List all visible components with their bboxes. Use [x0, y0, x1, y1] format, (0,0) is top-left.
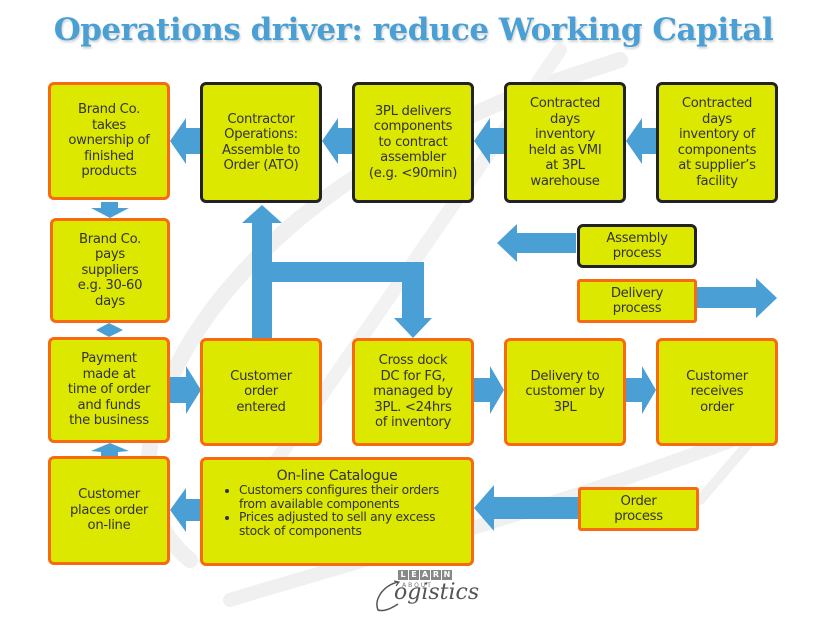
box-payment-made: Payment made at time of order and funds …: [48, 337, 170, 443]
catalogue-bullets: Customers configures their orders from a…: [211, 483, 463, 538]
box-text: Customer receives order: [686, 368, 748, 415]
box-text: Customer order entered: [230, 368, 292, 415]
arrow-right-payment-to-order: [170, 366, 201, 414]
legend-arrow-delivery: [696, 278, 777, 318]
arrow-left-supplier-to-vmi: [626, 118, 658, 164]
box-brand-takes-ownership: Brand Co. takes ownership of finished pr…: [48, 82, 170, 200]
arrow-left-3pl-to-ato: [322, 118, 354, 164]
box-text: Payment made at time of order and funds …: [67, 351, 151, 429]
box-text: Brand Co. takes ownership of finished pr…: [68, 102, 150, 180]
arrow-down-brand-to-pays: [91, 202, 129, 218]
box-cross-dock: Cross dock DC for FG, managed by 3PL. <2…: [352, 338, 474, 446]
catalogue-bullet: Customers configures their orders from a…: [239, 483, 463, 511]
arrow-branch-horizontal: [272, 262, 412, 282]
arrow-pays-payment: [96, 323, 123, 337]
logo-learn-letters: L E A R N: [398, 570, 452, 580]
box-delivery-to-customer: Delivery to customer by 3PL: [504, 338, 626, 446]
box-text: Cross dock DC for FG, managed by 3PL. <2…: [373, 353, 453, 431]
box-text: Brand Co. pays suppliers e.g. 30-60 days: [77, 231, 143, 309]
box-vmi-inventory: Contracted days inventory held as VMI at…: [504, 82, 626, 203]
box-contractor-ato: Contractor Operations: Assemble to Order…: [200, 82, 322, 203]
box-text: Contracted days inventory of components …: [677, 96, 757, 189]
arrow-up-places-to-payment: [91, 443, 129, 456]
arrow-left-ato-to-brand: [170, 118, 202, 164]
box-text: Delivery to customer by 3PL: [525, 368, 605, 415]
catalogue-title: On-line Catalogue: [276, 468, 398, 484]
box-text: Contracted days inventory held as VMI at…: [528, 96, 602, 189]
arrow-left-order-process: [474, 485, 578, 531]
logo-name: ogistics: [394, 580, 480, 605]
legend-text: Delivery process: [610, 285, 664, 317]
catalogue-bullet: Prices adjusted to sell any excess stock…: [239, 510, 463, 538]
arrow-right-crossdock-to-delivery: [474, 366, 504, 414]
logo-letter: R: [431, 570, 441, 580]
logo-letter: L: [398, 570, 408, 580]
page-title: Operations driver: reduce Working Capita…: [53, 12, 774, 48]
legend-arrow-assembly: [497, 224, 576, 262]
box-supplier-inventory: Contracted days inventory of components …: [656, 82, 778, 203]
box-3pl-delivers-components: 3PL delivers components to contract asse…: [352, 82, 474, 203]
arrow-right-delivery-to-receives: [626, 366, 656, 414]
arrow-left-vmi-to-3pl: [474, 118, 506, 164]
box-brand-pays-suppliers: Brand Co. pays suppliers e.g. 30-60 days: [50, 218, 170, 323]
box-customer-order-entered: Customer order entered: [200, 338, 322, 446]
legend-text: Assembly process: [606, 230, 668, 262]
box-online-catalogue: On-line Catalogue Customers configures t…: [200, 457, 474, 566]
box-text: 3PL delivers components to contract asse…: [368, 103, 458, 181]
box-customer-receives: Customer receives order: [656, 338, 778, 446]
logo-letter: N: [442, 570, 452, 580]
legend-delivery-process: Delivery process: [577, 279, 697, 323]
legend-assembly-process: Assembly process: [577, 224, 697, 268]
box-text: Customer places order on-line: [69, 487, 149, 534]
arrow-left-catalogue-to-places: [170, 488, 202, 532]
logo-letter: A: [420, 570, 430, 580]
logo-letter: E: [409, 570, 419, 580]
learn-about-logistics-logo: L E A R N ABOUT ogistics: [372, 570, 479, 614]
legend-text: Order process: [614, 493, 663, 525]
box-text: Contractor Operations: Assemble to Order…: [221, 111, 300, 174]
box-customer-places-order: Customer places order on-line: [48, 456, 170, 565]
legend-order-process: Order process: [578, 487, 699, 531]
